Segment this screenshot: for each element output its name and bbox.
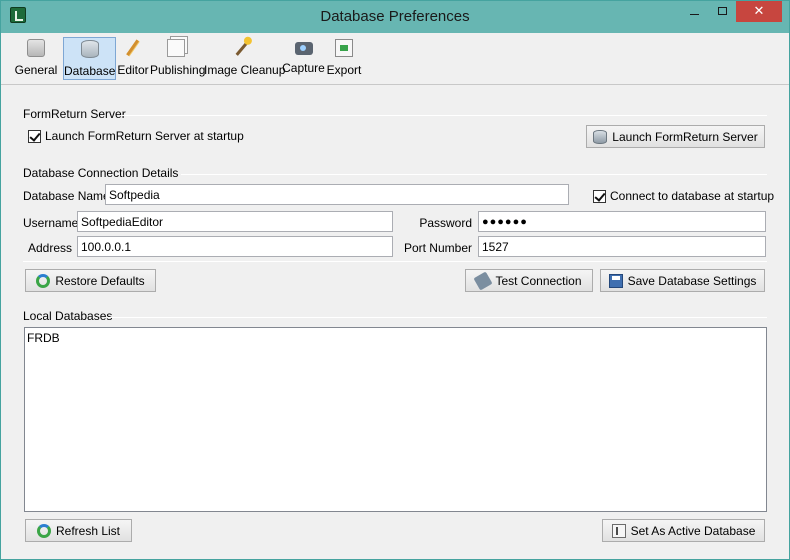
tab-general[interactable]: General <box>13 37 59 80</box>
tab-editor[interactable]: Editor <box>117 37 149 80</box>
tab-export[interactable]: Export <box>326 37 362 80</box>
server-icon <box>593 129 608 144</box>
refresh-list-button[interactable]: Refresh List <box>25 519 132 542</box>
address-label: Address <box>27 241 72 255</box>
maximize-button[interactable] <box>709 1 735 22</box>
restore-icon <box>36 273 51 288</box>
tab-publishing-label: Publishing <box>150 63 206 77</box>
database-icon <box>80 40 99 58</box>
tab-capture-label: Capture <box>282 61 325 75</box>
editor-icon <box>126 39 140 57</box>
tab-publishing[interactable]: Publishing <box>150 37 206 80</box>
list-item[interactable]: FRDB <box>27 331 60 345</box>
connection-section-divider <box>181 174 767 175</box>
port-number-input[interactable] <box>478 236 766 257</box>
launch-at-startup-checkbox[interactable]: Launch FormReturn Server at startup <box>28 129 244 143</box>
database-name-input[interactable] <box>105 184 569 205</box>
minimize-button[interactable] <box>681 1 707 22</box>
preferences-toolbar: General Database Editor Publishing Image… <box>1 33 789 85</box>
connection-bottom-divider <box>23 261 767 262</box>
capture-icon <box>294 42 313 55</box>
refresh-icon <box>36 523 51 538</box>
general-icon <box>27 39 45 57</box>
launch-server-button[interactable]: Launch FormReturn Server <box>586 125 765 148</box>
tab-editor-label: Editor <box>117 63 149 77</box>
server-section-divider <box>121 115 767 116</box>
database-name-label: Database Name <box>23 189 110 203</box>
tab-image-cleanup-label: Image Cleanup <box>204 63 286 77</box>
window-title: Database Preferences <box>320 8 470 25</box>
publishing-icon <box>167 39 185 57</box>
set-active-database-button[interactable]: Set As Active Database <box>602 519 765 542</box>
tab-general-label: General <box>14 63 58 77</box>
save-database-settings-label: Save Database Settings <box>627 273 757 288</box>
close-icon: ✕ <box>753 3 765 18</box>
export-icon <box>335 39 353 57</box>
maximize-icon <box>717 7 727 15</box>
password-label: Password <box>419 216 472 230</box>
restore-defaults-label: Restore Defaults <box>55 273 145 288</box>
port-number-label: Port Number <box>403 241 472 255</box>
connect-at-startup-check-icon[interactable] <box>593 189 606 203</box>
save-icon <box>608 273 623 288</box>
set-active-database-label: Set As Active Database <box>630 523 756 538</box>
local-databases-section-title: Local Databases <box>23 309 113 323</box>
password-input[interactable] <box>478 211 766 232</box>
launch-server-button-label: Launch FormReturn Server <box>612 129 758 144</box>
minimize-icon <box>689 14 699 15</box>
title-bar[interactable]: Database Preferences ✕ <box>1 1 789 33</box>
tab-image-cleanup[interactable]: Image Cleanup <box>204 37 286 80</box>
connection-section-title: Database Connection Details <box>23 166 179 180</box>
username-label: Username <box>23 216 79 230</box>
restore-defaults-button[interactable]: Restore Defaults <box>25 269 156 292</box>
connection-plug-icon <box>473 270 494 291</box>
username-input[interactable] <box>77 211 393 232</box>
local-databases-list[interactable]: FRDB <box>24 327 767 512</box>
database-document-icon <box>611 523 626 538</box>
image-cleanup-icon <box>235 40 249 56</box>
tab-capture[interactable]: Capture <box>282 37 325 80</box>
refresh-list-label: Refresh List <box>55 523 121 538</box>
test-connection-button[interactable]: Test Connection <box>465 269 593 292</box>
local-databases-divider <box>107 317 767 318</box>
address-input[interactable] <box>77 236 393 257</box>
launch-at-startup-label: Launch FormReturn Server at startup <box>45 129 244 143</box>
tab-export-label: Export <box>326 63 362 77</box>
preferences-window: Database Preferences ✕ General Database … <box>0 0 790 560</box>
save-database-settings-button[interactable]: Save Database Settings <box>600 269 765 292</box>
tab-database-label: Database <box>64 64 116 78</box>
connect-at-startup-label: Connect to database at startup <box>610 189 775 203</box>
connect-at-startup-checkbox[interactable]: Connect to database at startup <box>593 189 774 203</box>
close-button[interactable]: ✕ <box>736 1 782 22</box>
launch-at-startup-check-icon[interactable] <box>28 129 41 143</box>
server-section-title: FormReturn Server <box>23 107 126 121</box>
tab-database[interactable]: Database <box>63 37 116 80</box>
test-connection-label: Test Connection <box>495 273 582 288</box>
